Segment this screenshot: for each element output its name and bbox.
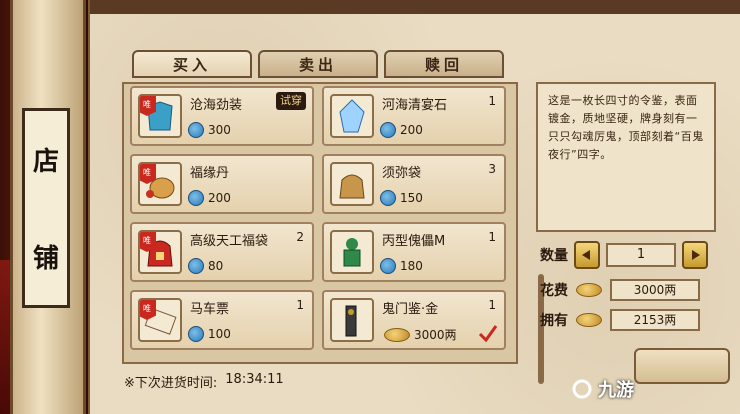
item-count: 3	[488, 162, 496, 176]
lucky-bag-icon: 唯	[138, 230, 182, 274]
puppet-icon	[330, 230, 374, 274]
restock-timer: ※下次进货时间: 18:34:11	[124, 372, 284, 391]
item-count: 1	[296, 298, 304, 312]
increase-button[interactable]	[682, 241, 708, 269]
price-value: 100	[208, 327, 231, 341]
purchase-button[interactable]	[634, 348, 730, 384]
item-name: 福缘丹	[190, 166, 230, 181]
decrease-button[interactable]	[574, 241, 600, 269]
item-list: 唯 沧海劲装 试穿 300 河海清宴石 1 200 唯 福缘丹 200 须弥袋 …	[122, 82, 544, 384]
item-description: 这是一枚长四寸的令鉴，表面镀金，质地坚硬，牌身刻有一只只勾魂厉鬼，顶部刻着“百鬼…	[536, 82, 716, 232]
cost-label: 花费	[540, 283, 568, 299]
top-strip	[90, 0, 740, 14]
ribbon-badge: 唯	[140, 300, 156, 320]
item-card[interactable]: 唯 沧海劲装 试穿 300	[130, 86, 314, 146]
item-price: 100	[188, 326, 231, 342]
coin-icon	[188, 122, 204, 138]
try-on-button[interactable]: 试穿	[276, 92, 306, 110]
shop-sign: 店 铺	[22, 108, 70, 308]
item-name: 高级天工福袋	[190, 234, 269, 249]
item-name: 须弥袋	[382, 166, 422, 181]
cost-value: 3000两	[610, 279, 700, 301]
quantity-stepper: 数量 1	[540, 241, 708, 269]
item-price: 80	[188, 258, 223, 274]
restock-label: ※下次进货时间:	[124, 376, 218, 391]
coin-icon	[188, 190, 204, 206]
price-value: 200	[400, 123, 423, 137]
tab-buy[interactable]: 买入	[132, 50, 252, 78]
item-card[interactable]: 唯 福缘丹 200	[130, 154, 314, 214]
item-count: 1	[488, 298, 496, 312]
armor-icon: 唯	[138, 94, 182, 138]
gold-ingot-icon	[576, 313, 602, 327]
pouch-icon: 唯	[138, 162, 182, 206]
owned-row: 拥有 2153两	[540, 309, 700, 331]
item-count: 1	[488, 230, 496, 244]
item-count: 1	[488, 94, 496, 108]
item-card[interactable]: 唯 高级天工福袋 2 80	[130, 222, 314, 282]
ticket-icon: 唯	[138, 298, 182, 342]
price-value: 150	[400, 191, 423, 205]
item-card[interactable]: 须弥袋 3 150	[322, 154, 506, 214]
gold-ingot-icon	[384, 327, 410, 342]
coin-icon	[380, 122, 396, 138]
coin-icon	[380, 190, 396, 206]
logo-icon	[572, 379, 592, 399]
price-value: 180	[400, 259, 423, 273]
item-name: 鬼门鉴·金	[382, 302, 439, 317]
shop-sign-char-1: 店	[32, 147, 59, 177]
bag-icon	[330, 162, 374, 206]
price-value: 80	[208, 259, 224, 273]
item-price: 300	[188, 122, 231, 138]
item-count: 2	[296, 230, 304, 244]
price-value: 200	[208, 191, 231, 205]
item-card[interactable]: 河海清宴石 1 200	[322, 86, 506, 146]
cost-row: 花费 3000两	[540, 279, 700, 301]
item-price: 200	[188, 190, 231, 206]
item-name: 马车票	[190, 302, 230, 317]
item-price: 180	[380, 258, 423, 274]
item-card-selected[interactable]: 鬼门鉴·金 1 3000两	[322, 290, 506, 350]
game-scene: 店 铺 买入 卖出 赎回 唯 沧海劲装 试穿 300 河海清宴石 1 200 唯…	[0, 0, 740, 414]
price-value: 3000两	[414, 328, 457, 342]
restock-time: 18:34:11	[225, 372, 284, 387]
quantity-input[interactable]: 1	[606, 243, 676, 267]
item-card[interactable]: 丙型傀儡M 1 180	[322, 222, 506, 282]
item-price: 200	[380, 122, 423, 138]
arrow-right-icon	[692, 250, 700, 260]
tab-bar: 买入 卖出 赎回	[132, 50, 504, 78]
token-icon	[330, 298, 374, 342]
item-name: 沧海劲装	[190, 98, 243, 113]
check-icon	[478, 325, 498, 342]
shop-sign-char-2: 铺	[32, 244, 59, 274]
ribbon-badge: 唯	[140, 164, 156, 184]
coin-icon	[188, 326, 204, 342]
crystal-icon	[330, 94, 374, 138]
item-name: 丙型傀儡M	[382, 234, 446, 249]
item-name: 河海清宴石	[382, 98, 448, 113]
ribbon-badge: 唯	[140, 232, 156, 252]
watermark-text: 九游	[598, 380, 634, 401]
watermark: 九游	[572, 376, 634, 402]
item-price: 150	[380, 190, 423, 206]
item-card[interactable]: 唯 马车票 1 100	[130, 290, 314, 350]
owned-label: 拥有	[540, 313, 568, 329]
price-value: 300	[208, 123, 231, 137]
gold-ingot-icon	[576, 283, 602, 297]
ribbon-badge: 唯	[140, 96, 156, 116]
coin-icon	[188, 258, 204, 274]
tab-redeem[interactable]: 赎回	[384, 50, 504, 78]
arrow-left-icon	[582, 250, 590, 260]
shop-panel: 买入 卖出 赎回 唯 沧海劲装 试穿 300 河海清宴石 1 200 唯 福缘丹…	[88, 0, 740, 414]
tab-sell[interactable]: 卖出	[258, 50, 378, 78]
quantity-label: 数量	[540, 248, 568, 264]
coin-icon	[380, 258, 396, 274]
owned-value: 2153两	[610, 309, 700, 331]
item-price: 3000两	[384, 326, 457, 343]
